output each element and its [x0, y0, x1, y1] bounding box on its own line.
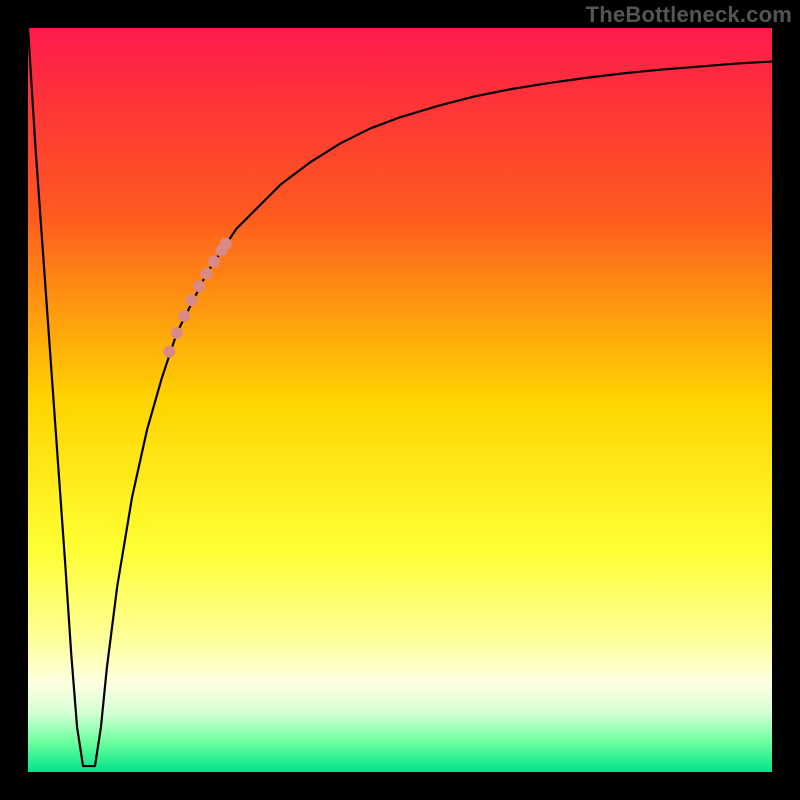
highlight-dot	[208, 256, 220, 268]
gradient-background	[28, 28, 772, 772]
highlight-dot	[163, 346, 175, 358]
highlight-dot	[171, 327, 183, 339]
highlight-dot	[186, 294, 198, 306]
plot-area	[28, 28, 772, 772]
highlight-dot	[201, 268, 213, 280]
chart-frame: TheBottleneck.com	[0, 0, 800, 800]
highlight-dot	[193, 280, 205, 292]
chart-svg	[28, 28, 772, 772]
watermark-text: TheBottleneck.com	[586, 2, 792, 28]
highlight-dot	[220, 238, 232, 250]
highlight-dot	[178, 310, 190, 322]
